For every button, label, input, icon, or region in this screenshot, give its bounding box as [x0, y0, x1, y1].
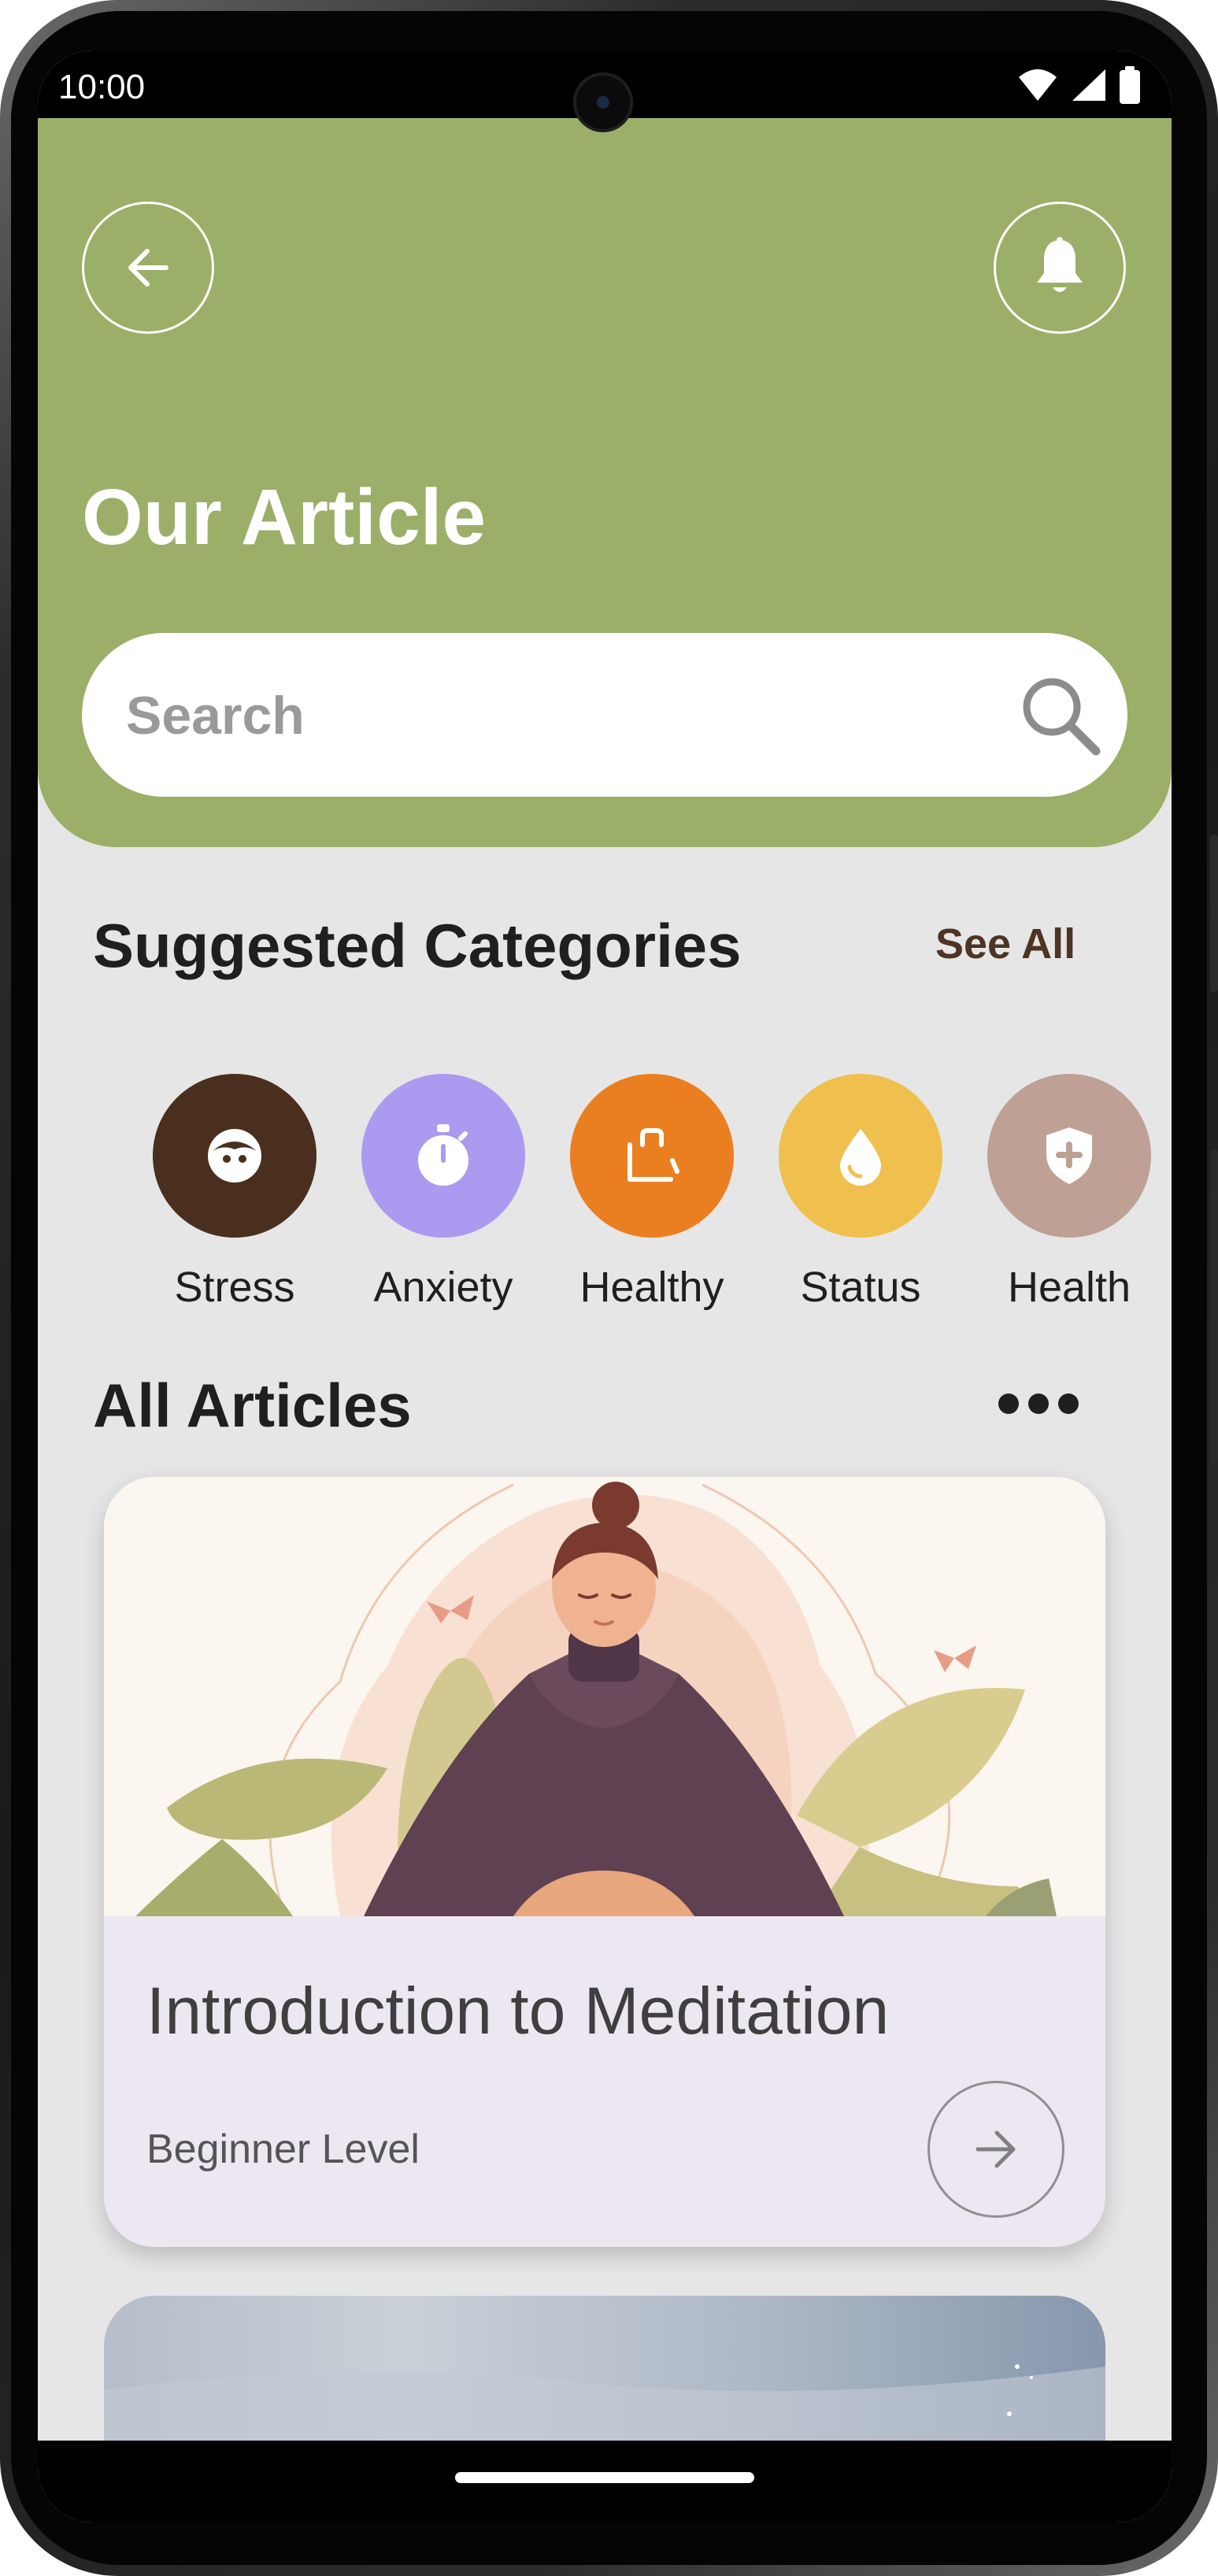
- notification-button[interactable]: [994, 202, 1126, 334]
- category-stress[interactable]: Stress: [132, 1074, 337, 1312]
- category-status[interactable]: Status: [758, 1074, 963, 1312]
- more-horizontal-icon: [1028, 1393, 1049, 1414]
- category-anxiety[interactable]: Anxiety: [341, 1074, 546, 1312]
- article-title: Introduction to Meditation: [146, 1974, 890, 2048]
- more-options-button[interactable]: [998, 1393, 1079, 1414]
- front-camera: [573, 72, 633, 132]
- category-healthy[interactable]: Healthy: [550, 1074, 754, 1312]
- back-button[interactable]: [82, 202, 214, 334]
- category-label: Health: [1007, 1264, 1131, 1311]
- droplet-icon: [840, 1129, 881, 1186]
- category-anxiety-circle: [361, 1074, 525, 1238]
- category-label: Healthy: [579, 1264, 724, 1311]
- search-icon[interactable]: [1017, 672, 1104, 759]
- page-title: Our Article: [82, 473, 487, 561]
- wifi-icon: [1019, 69, 1057, 101]
- arrow-right-icon: [976, 2130, 1016, 2168]
- category-label: Anxiety: [373, 1264, 513, 1311]
- category-health[interactable]: Health: [967, 1074, 1172, 1312]
- open-article-button[interactable]: [927, 2081, 1064, 2218]
- battery-icon: [1120, 66, 1140, 104]
- face-icon: [208, 1129, 261, 1183]
- category-stress-circle: [153, 1074, 317, 1238]
- article-level: Beginner Level: [146, 2126, 420, 2172]
- stopwatch-icon: [418, 1124, 468, 1186]
- meditation-illustration: [104, 1477, 1105, 1916]
- category-label: Stress: [174, 1264, 295, 1311]
- category-health-circle: [987, 1074, 1151, 1238]
- category-healthy-circle: [570, 1074, 734, 1238]
- cellular-signal-icon: [1072, 69, 1105, 101]
- category-status-circle: [779, 1074, 942, 1238]
- header: Our Article: [38, 118, 1172, 847]
- app-screen: 10:00 Our Article Search Suggested Categ…: [38, 50, 1172, 2522]
- home-indicator[interactable]: [455, 2472, 754, 2483]
- category-label: Status: [800, 1264, 921, 1311]
- volume-button: [1210, 835, 1218, 992]
- bell-icon: [1037, 237, 1083, 292]
- phone-frame: 10:00 Our Article Search Suggested Categ…: [0, 0, 1218, 2576]
- shield-plus-icon: [1046, 1127, 1092, 1184]
- more-horizontal-icon: [998, 1393, 1019, 1414]
- article-card[interactable]: Introduction to Meditation Beginner Leve…: [104, 1477, 1105, 2247]
- search-input[interactable]: [124, 633, 994, 798]
- power-button: [1210, 1149, 1218, 1464]
- arrow-left-icon: [128, 249, 168, 287]
- search-bar[interactable]: [82, 633, 1127, 798]
- status-icons: [1017, 66, 1140, 104]
- more-horizontal-icon: [1058, 1393, 1079, 1414]
- status-time: 10:00: [58, 68, 146, 106]
- suggested-categories-title: Suggested Categories: [93, 911, 742, 980]
- see-all-link[interactable]: See All: [935, 920, 1075, 968]
- all-articles-title: All Articles: [93, 1371, 412, 1440]
- bag-icon: [628, 1128, 679, 1182]
